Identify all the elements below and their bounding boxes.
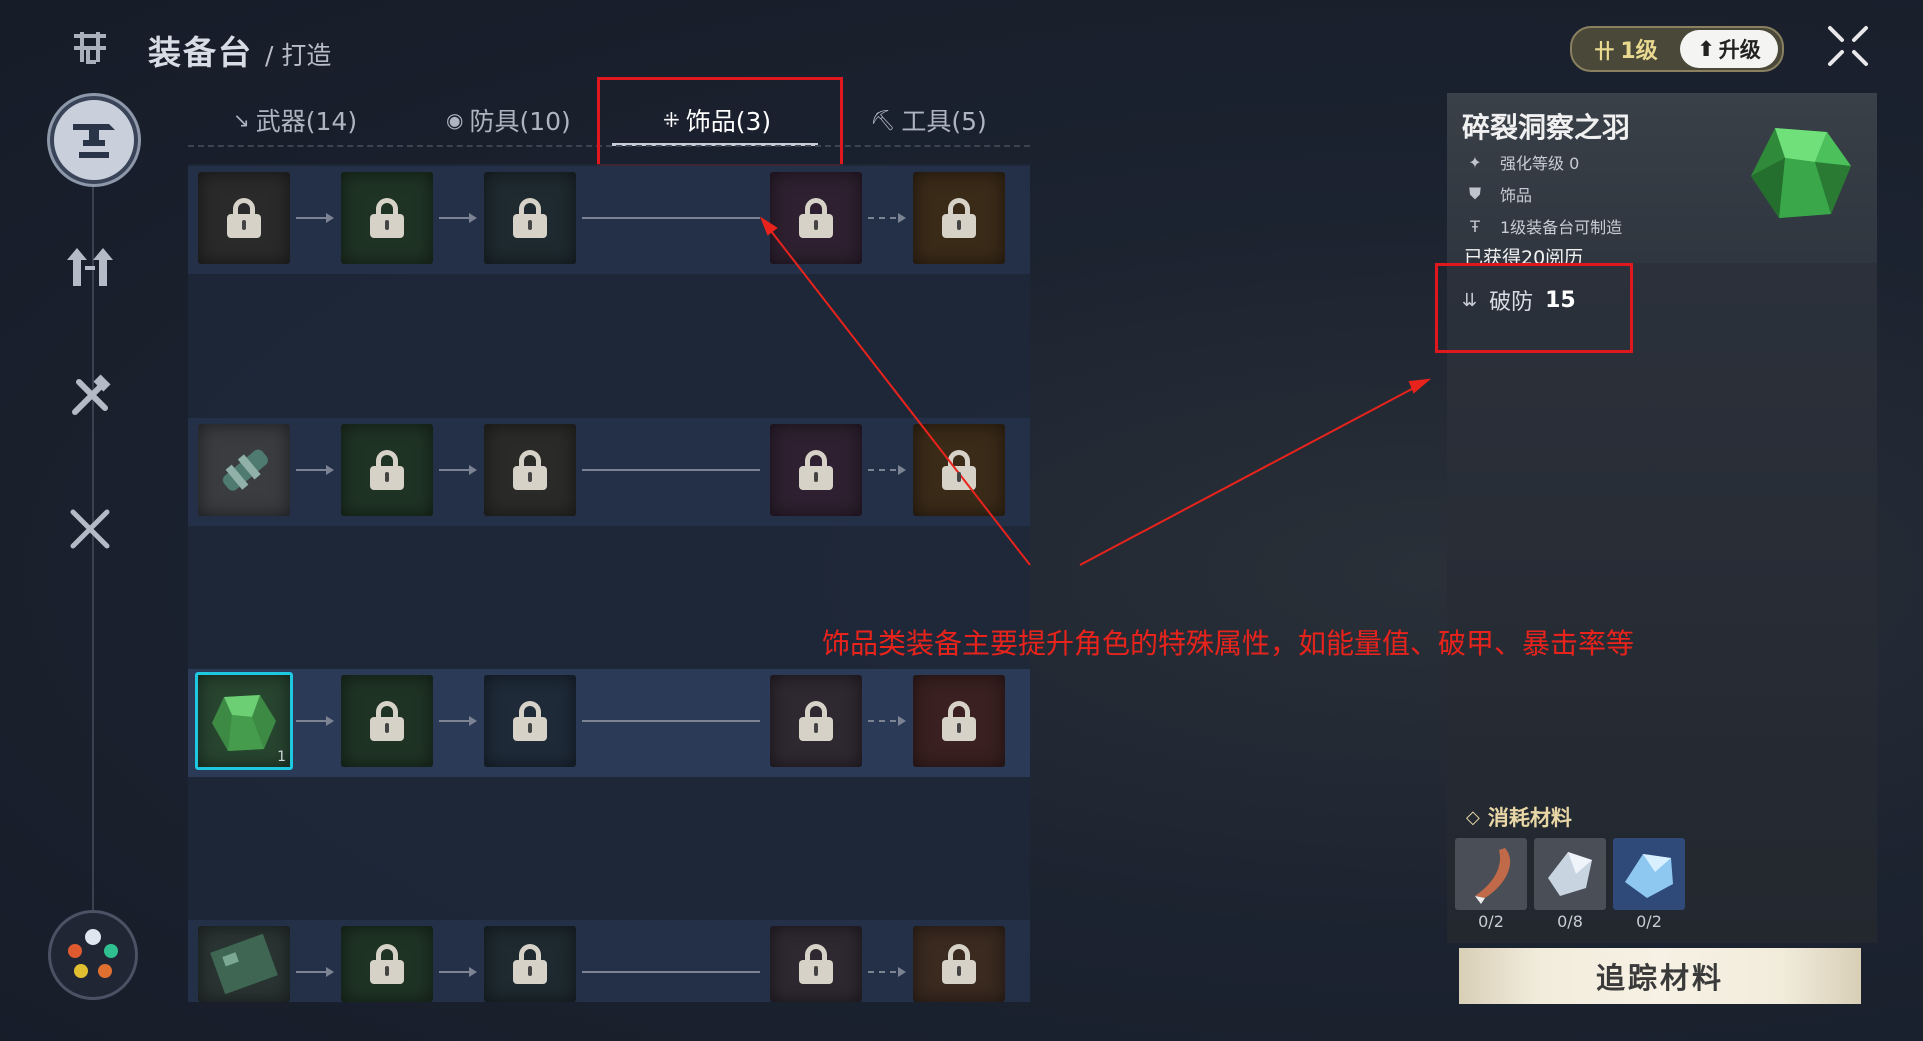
annotation-text: 饰品类装备主要提升角色的特殊属性，如能量值、破甲、暴击率等 (822, 627, 1635, 660)
annotation-arrows (759, 216, 1432, 566)
arrow-head (1408, 378, 1432, 394)
annotation-arrow (1079, 381, 1426, 566)
annotation-arrow (763, 221, 1031, 566)
arrow-head (759, 216, 778, 236)
